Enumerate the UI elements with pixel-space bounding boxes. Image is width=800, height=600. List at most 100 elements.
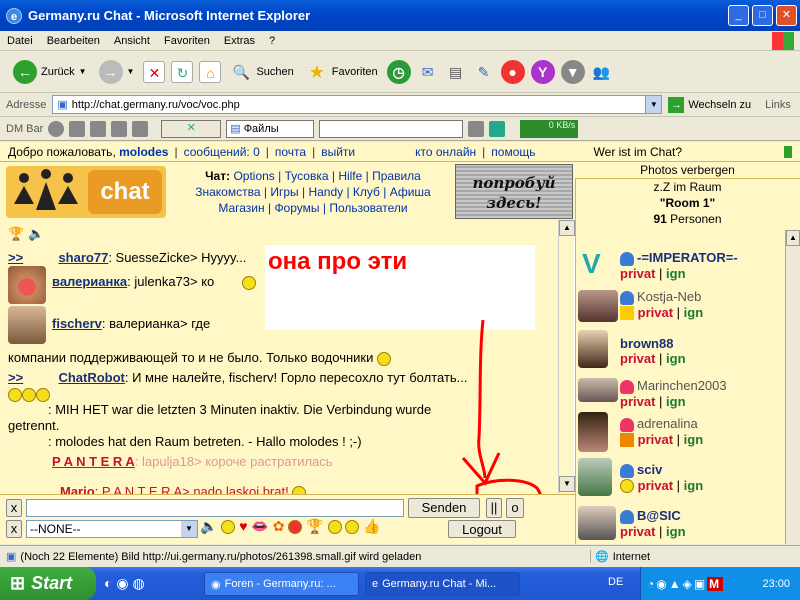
links-button[interactable]: Links xyxy=(765,99,791,111)
user-name[interactable]: brown88 xyxy=(620,336,673,351)
avatar[interactable]: V xyxy=(582,250,610,278)
dm-globe-icon[interactable] xyxy=(48,120,65,137)
privat-link[interactable]: privat xyxy=(620,351,655,366)
ignore-link[interactable]: ign xyxy=(666,266,686,281)
chat-nick[interactable]: sharo77 xyxy=(58,250,108,265)
ignore-link[interactable]: ign xyxy=(684,305,704,320)
nav-handy[interactable]: Handy xyxy=(308,185,343,199)
scroll-up-icon[interactable]: ▲ xyxy=(786,230,800,246)
flower-icon[interactable]: ✿ xyxy=(273,518,285,534)
lips-icon[interactable]: 👄 xyxy=(251,518,268,534)
trophy-icon[interactable]: 🏆 xyxy=(306,518,323,534)
chat-nick[interactable]: валерианка xyxy=(52,274,127,289)
photos-toggle[interactable]: Photos verbergen xyxy=(575,162,800,179)
reply-arrow[interactable]: >> xyxy=(8,370,23,385)
avatar[interactable] xyxy=(578,458,612,496)
menu-datei[interactable]: Datei xyxy=(0,35,40,47)
menu-favoriten[interactable]: Favoriten xyxy=(157,35,217,47)
nav-forums[interactable]: Форумы xyxy=(274,201,319,215)
mail-icon[interactable]: ✉ xyxy=(417,61,439,83)
help-link[interactable]: помощь xyxy=(491,145,535,159)
angry-icon[interactable] xyxy=(288,520,303,535)
shield-icon[interactable]: ▼ xyxy=(560,59,585,84)
language-indicator[interactable]: DE xyxy=(608,576,623,588)
nav-options[interactable]: Options xyxy=(233,169,274,183)
chat-nick[interactable]: P A N T E R A xyxy=(52,454,135,469)
menu-extras[interactable]: Extras xyxy=(217,35,262,47)
nav-club[interactable]: Клуб xyxy=(353,185,380,199)
privat-link[interactable]: privat xyxy=(620,524,655,539)
dm-home-icon[interactable] xyxy=(111,120,128,137)
quicklaunch-icons[interactable]: ◐ ◉ ◍ xyxy=(104,575,145,592)
privat-link[interactable]: privat xyxy=(638,478,673,493)
favorites-button[interactable]: ★ Favoriten xyxy=(303,59,381,85)
nav-users[interactable]: Пользователи xyxy=(329,201,407,215)
privat-link[interactable]: privat xyxy=(620,266,655,281)
scroll-down-icon[interactable]: ▼ xyxy=(559,476,575,492)
smile-icon[interactable] xyxy=(221,520,236,535)
who-online-link[interactable]: кто онлайн xyxy=(415,145,476,159)
task-chat[interactable]: e Germany.ru Chat - Mi... xyxy=(365,572,520,596)
dm-search-input[interactable] xyxy=(319,119,464,138)
scroll-up-icon[interactable]: ▲ xyxy=(559,220,575,236)
avatar[interactable] xyxy=(578,290,618,322)
avatar[interactable] xyxy=(578,412,608,452)
avatar[interactable] xyxy=(8,266,46,304)
chat-nick[interactable]: fischerv xyxy=(52,316,102,331)
nav-afisha[interactable]: Афиша xyxy=(390,185,431,199)
avatar[interactable] xyxy=(578,330,608,368)
avatar[interactable] xyxy=(578,506,616,540)
start-button[interactable]: ⊞ Start xyxy=(0,567,96,600)
user-name[interactable]: -=IMPERATOR=- xyxy=(637,250,738,265)
messages-link[interactable]: сообщений: 0 xyxy=(184,145,260,159)
logout-button[interactable]: Logout xyxy=(448,520,516,538)
user-name[interactable]: sciv xyxy=(637,462,662,477)
go-arrow-icon[interactable]: → xyxy=(668,96,685,113)
pause-button[interactable]: || xyxy=(486,498,502,518)
send-button[interactable]: Senden xyxy=(408,498,480,518)
nav-tusovka[interactable]: Тусовка xyxy=(285,169,329,183)
select-dropdown-icon[interactable]: ▼ xyxy=(181,521,197,537)
user-list-scrollbar[interactable]: ▲ xyxy=(785,230,800,544)
dm-download-icon[interactable] xyxy=(489,120,506,137)
privat-link[interactable]: privat xyxy=(638,305,673,320)
clear-input-button[interactable]: x xyxy=(6,499,22,517)
dm-settings-icon[interactable] xyxy=(132,120,149,137)
message-input[interactable] xyxy=(26,499,404,517)
recipient-select[interactable]: --NONE-- ▼ xyxy=(26,520,198,538)
address-dropdown-icon[interactable]: ▼ xyxy=(645,96,662,113)
dm-cancel-icon[interactable]: ✕ xyxy=(161,119,222,138)
o-button[interactable]: o xyxy=(506,498,524,518)
chat-nick[interactable]: Mario xyxy=(60,484,95,494)
user-name[interactable]: Kostja-Neb xyxy=(637,289,701,304)
confused-icon[interactable] xyxy=(327,520,342,535)
maximize-button[interactable]: □ xyxy=(752,5,773,26)
ignore-link[interactable]: ign xyxy=(666,394,686,409)
ignore-link[interactable]: ign xyxy=(684,432,704,447)
close-button[interactable]: ✕ xyxy=(776,5,797,26)
logout-link[interactable]: выйти xyxy=(321,145,355,159)
forward-button[interactable]: → ▼ xyxy=(96,58,138,86)
address-input[interactable]: ▣ http://chat.germany.ru/voc/voc.php ▼ xyxy=(52,95,663,114)
clear-select-button[interactable]: x xyxy=(6,520,22,538)
edit-icon[interactable]: ✎ xyxy=(473,61,495,83)
privat-link[interactable]: privat xyxy=(638,432,673,447)
files-select[interactable]: ▤ Файлы xyxy=(226,119,315,138)
refresh-icon[interactable]: ↻ xyxy=(171,60,194,83)
tray-icons[interactable]: ◔◉▲◈▣ M xyxy=(647,576,724,591)
task-forums[interactable]: ◉ Foren - Germany.ru: ... xyxy=(204,572,359,596)
go-button[interactable]: Wechseln zu xyxy=(688,99,751,111)
speaker-icon[interactable]: 🔈 xyxy=(200,518,217,534)
reply-arrow[interactable]: >> xyxy=(8,250,23,265)
nav-hilfe[interactable]: Hilfe xyxy=(338,169,362,183)
ignore-link[interactable]: ign xyxy=(684,478,704,493)
avatar[interactable] xyxy=(8,306,46,344)
messenger-icon[interactable]: ● xyxy=(500,59,525,84)
dm-add-icon[interactable] xyxy=(69,120,86,137)
minimize-button[interactable]: _ xyxy=(728,5,749,26)
welcome-user-link[interactable]: molodes xyxy=(119,145,168,159)
history-icon[interactable]: ◷ xyxy=(386,59,411,84)
menu-help[interactable]: ? xyxy=(262,35,282,47)
dm-search-icon[interactable] xyxy=(468,120,485,137)
nav-games[interactable]: Игры xyxy=(270,185,298,199)
